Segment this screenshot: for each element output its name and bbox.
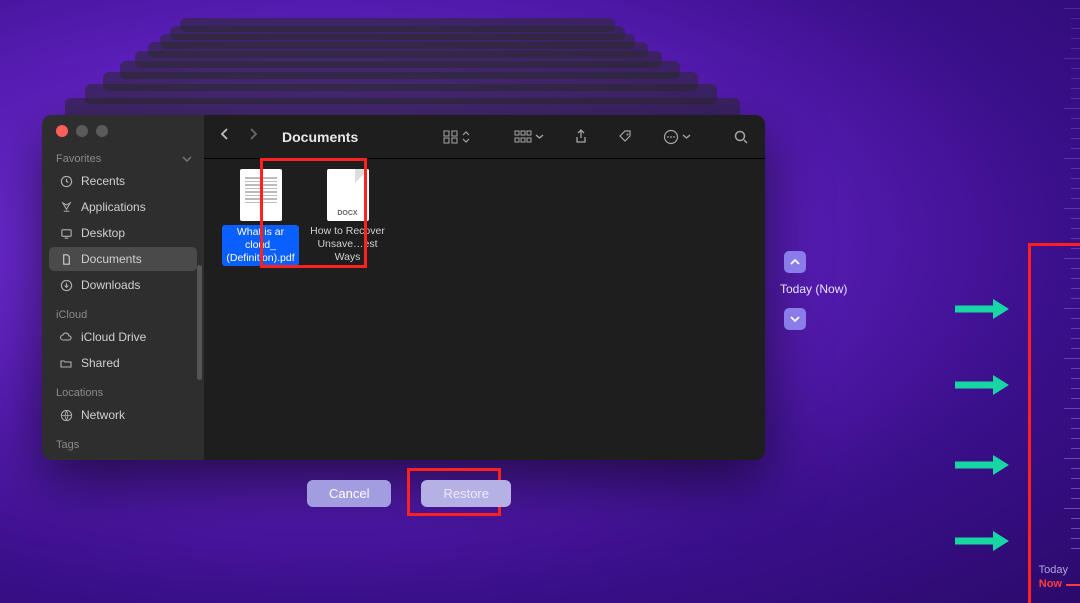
back-button[interactable]: [220, 127, 230, 146]
close-window-button[interactable]: [56, 125, 68, 137]
timeline-today-label: Today: [1039, 564, 1068, 576]
timeline-current-label: Today (Now): [780, 282, 847, 296]
timeline-up-button[interactable]: [784, 251, 806, 273]
network-icon: [59, 408, 73, 422]
minimize-window-button[interactable]: [76, 125, 88, 137]
sidebar-item-network[interactable]: Network: [49, 403, 197, 427]
sidebar-item-applications[interactable]: Applications: [49, 195, 197, 219]
docx-thumbnail: DOCX: [327, 169, 369, 221]
action-buttons: Cancel Restore: [307, 480, 511, 507]
sidebar-item-documents[interactable]: Documents: [49, 247, 197, 271]
timeline-down-button[interactable]: [784, 308, 806, 330]
file-item[interactable]: What is ar cloud_(Definition).pdf: [222, 169, 299, 266]
sidebar-item-icloud-drive[interactable]: iCloud Drive: [49, 325, 197, 349]
search-button[interactable]: [733, 129, 749, 145]
file-name: How to RecoverUnsave…est Ways: [309, 225, 386, 264]
view-icons-button[interactable]: [443, 130, 470, 144]
sidebar-item-label: Shared: [81, 356, 120, 370]
sidebar-item-label: Network: [81, 408, 125, 422]
tags-section-label: Tags: [42, 429, 204, 455]
finder-toolbar: Documents: [204, 115, 765, 159]
folder-title: Documents: [282, 129, 358, 145]
document-icon: [59, 252, 73, 266]
sidebar-item-label: Desktop: [81, 226, 125, 240]
sidebar-item-desktop[interactable]: Desktop: [49, 221, 197, 245]
locations-section-label: Locations: [42, 377, 204, 403]
chevron-down-icon: [682, 132, 691, 141]
time-machine-timeline[interactable]: Today Now: [1054, 0, 1080, 603]
applications-icon: [59, 200, 73, 214]
tags-button[interactable]: [618, 129, 633, 144]
forward-button[interactable]: [248, 127, 258, 146]
shared-folder-icon: [59, 356, 73, 370]
updown-icon: [462, 131, 470, 143]
file-grid: What is ar cloud_(Definition).pdf DOCX H…: [204, 159, 765, 276]
file-type-badge: DOCX: [337, 210, 357, 217]
file-item[interactable]: DOCX How to RecoverUnsave…est Ways: [309, 169, 386, 264]
cloud-icon: [59, 330, 73, 344]
clock-icon: [59, 174, 73, 188]
desktop-icon: [59, 226, 73, 240]
favorites-section-header[interactable]: Favorites: [42, 149, 204, 169]
more-actions-button[interactable]: [663, 129, 691, 145]
favorites-label: Favorites: [56, 153, 101, 165]
pdf-thumbnail: [240, 169, 282, 221]
sidebar-item-label: iCloud Drive: [81, 330, 146, 344]
timeline-now-label: Now: [1039, 578, 1062, 590]
group-by-button[interactable]: [514, 130, 544, 144]
scrollbar-thumb[interactable]: [197, 265, 202, 380]
sidebar-item-label: Recents: [81, 174, 125, 188]
finder-content: Documents: [204, 115, 765, 460]
cancel-button[interactable]: Cancel: [307, 480, 391, 507]
sidebar-item-shared[interactable]: Shared: [49, 351, 197, 375]
share-button[interactable]: [574, 129, 588, 145]
file-name: What is ar cloud_(Definition).pdf: [222, 225, 299, 266]
sidebar-item-recents[interactable]: Recents: [49, 169, 197, 193]
sidebar-item-label: Downloads: [81, 278, 140, 292]
sidebar-item-label: Applications: [81, 200, 146, 214]
annotation-arrow: [953, 372, 1011, 398]
sidebar-item-label: Documents: [81, 252, 142, 266]
sidebar-scrollbar[interactable]: [197, 265, 202, 460]
annotation-arrow: [953, 296, 1011, 322]
icloud-section-label: iCloud: [42, 299, 204, 325]
timeline-now-marker: [1066, 584, 1080, 586]
fullscreen-window-button[interactable]: [96, 125, 108, 137]
window-controls: [42, 125, 204, 149]
time-machine-finder-window: Favorites Recents Applications Desktop D…: [42, 115, 765, 460]
downloads-icon: [59, 278, 73, 292]
chevron-down-icon: [182, 154, 192, 164]
annotation-arrow: [953, 452, 1011, 478]
chevron-down-icon: [535, 132, 544, 141]
restore-button[interactable]: Restore: [421, 480, 511, 507]
sidebar-item-downloads[interactable]: Downloads: [49, 273, 197, 297]
annotation-arrow: [953, 528, 1011, 554]
sidebar-tag-red[interactable]: Red: [49, 455, 197, 460]
finder-sidebar: Favorites Recents Applications Desktop D…: [42, 115, 204, 460]
